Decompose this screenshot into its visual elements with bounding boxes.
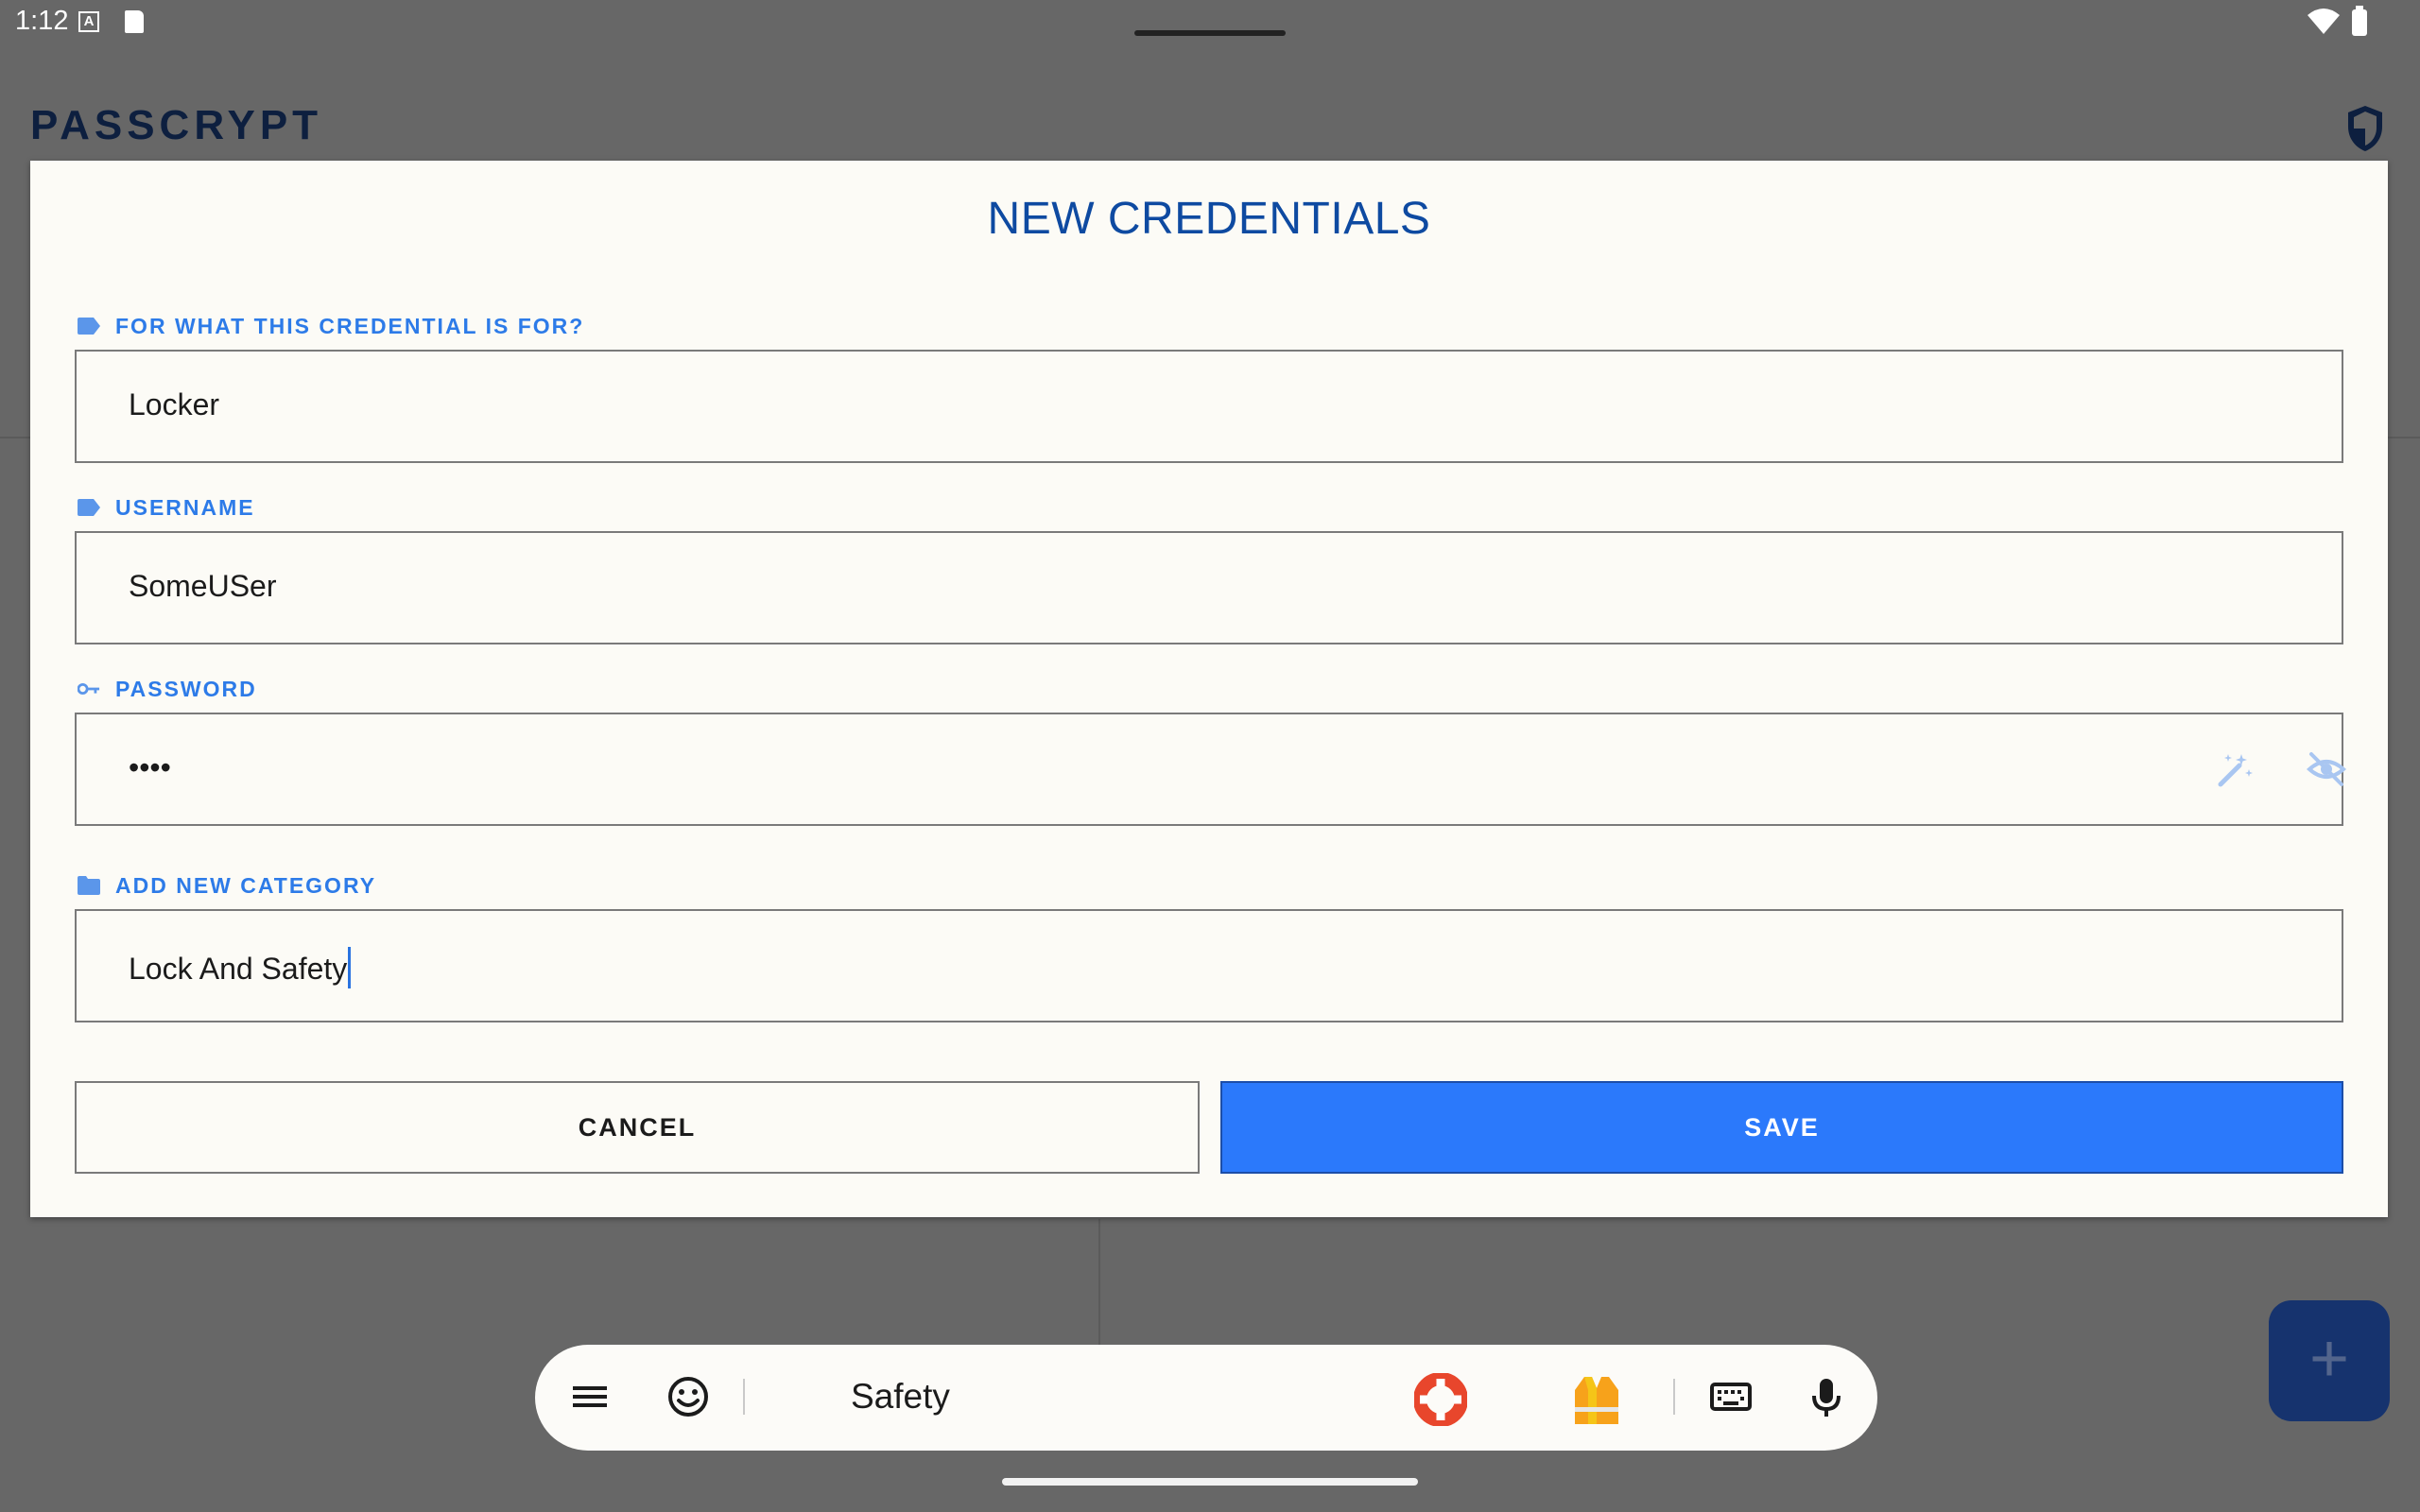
username-label-text: USERNAME [115, 494, 255, 520]
category-value-text: Lock And Safety [129, 952, 348, 986]
plus-icon: + [2308, 1321, 2350, 1397]
key-icon [78, 678, 100, 700]
purpose-input[interactable]: Locker [75, 350, 2343, 463]
toggle-visibility-icon[interactable] [2306, 748, 2347, 790]
generate-password-icon[interactable] [2213, 748, 2255, 790]
safety-vest-emoji-suggestion-icon[interactable] [1571, 1373, 1622, 1426]
word-suggestion[interactable]: Safety [851, 1377, 950, 1417]
microphone-icon[interactable] [1807, 1373, 1845, 1420]
password-value: •••• [129, 750, 171, 784]
navigation-gesture-bar[interactable] [1002, 1478, 1418, 1486]
password-label-text: PASSWORD [115, 676, 257, 701]
app-title: PASSCRYPT [30, 102, 323, 148]
purpose-value: Locker [129, 387, 220, 421]
shield-icon[interactable] [2344, 104, 2386, 153]
label-tag-icon [78, 315, 100, 337]
sd-card-icon [125, 10, 144, 33]
password-input[interactable]: •••• [75, 713, 2347, 826]
emoji-icon[interactable] [666, 1373, 711, 1420]
username-label: USERNAME [78, 493, 255, 522]
add-credential-fab[interactable]: + [2269, 1300, 2390, 1421]
category-label-text: ADD NEW CATEGORY [115, 872, 377, 898]
top-drag-handle[interactable] [1134, 30, 1286, 36]
cancel-button[interactable]: CANCEL [75, 1081, 1200, 1174]
username-input[interactable]: SomeUSer [75, 531, 2343, 644]
keyboard-icon[interactable] [1709, 1373, 1753, 1420]
save-button[interactable]: SAVE [1220, 1081, 2343, 1174]
password-label: PASSWORD [78, 675, 257, 703]
text-cursor [348, 947, 352, 988]
status-time: 1:12 [15, 6, 69, 36]
new-credentials-dialog: NEW CREDENTIALS FOR WHAT THIS CREDENTIAL… [30, 161, 2388, 1217]
category-label: ADD NEW CATEGORY [78, 871, 376, 900]
dialog-title: NEW CREDENTIALS [987, 194, 1431, 244]
status-bar: 1:12 A [0, 0, 2420, 45]
username-value: SomeUSer [129, 569, 277, 603]
strip-divider [1673, 1379, 1675, 1415]
keyboard-indicator-icon: A [78, 11, 99, 32]
strip-divider [743, 1379, 745, 1415]
label-tag-icon [78, 496, 100, 519]
menu-icon[interactable] [569, 1373, 611, 1420]
purpose-label: FOR WHAT THIS CREDENTIAL IS FOR? [78, 312, 584, 340]
background-divider-vertical [1098, 1219, 1100, 1351]
ring-buoy-emoji-suggestion-icon[interactable] [1414, 1373, 1467, 1426]
category-input[interactable]: Lock And Safety [75, 909, 2343, 1022]
battery-icon [2352, 6, 2367, 36]
category-value: Lock And Safety [129, 947, 352, 988]
folder-icon [78, 874, 100, 897]
wifi-icon [2308, 9, 2340, 34]
purpose-label-text: FOR WHAT THIS CREDENTIAL IS FOR? [115, 313, 585, 338]
keyboard-suggestion-strip: Safety [535, 1345, 1877, 1451]
